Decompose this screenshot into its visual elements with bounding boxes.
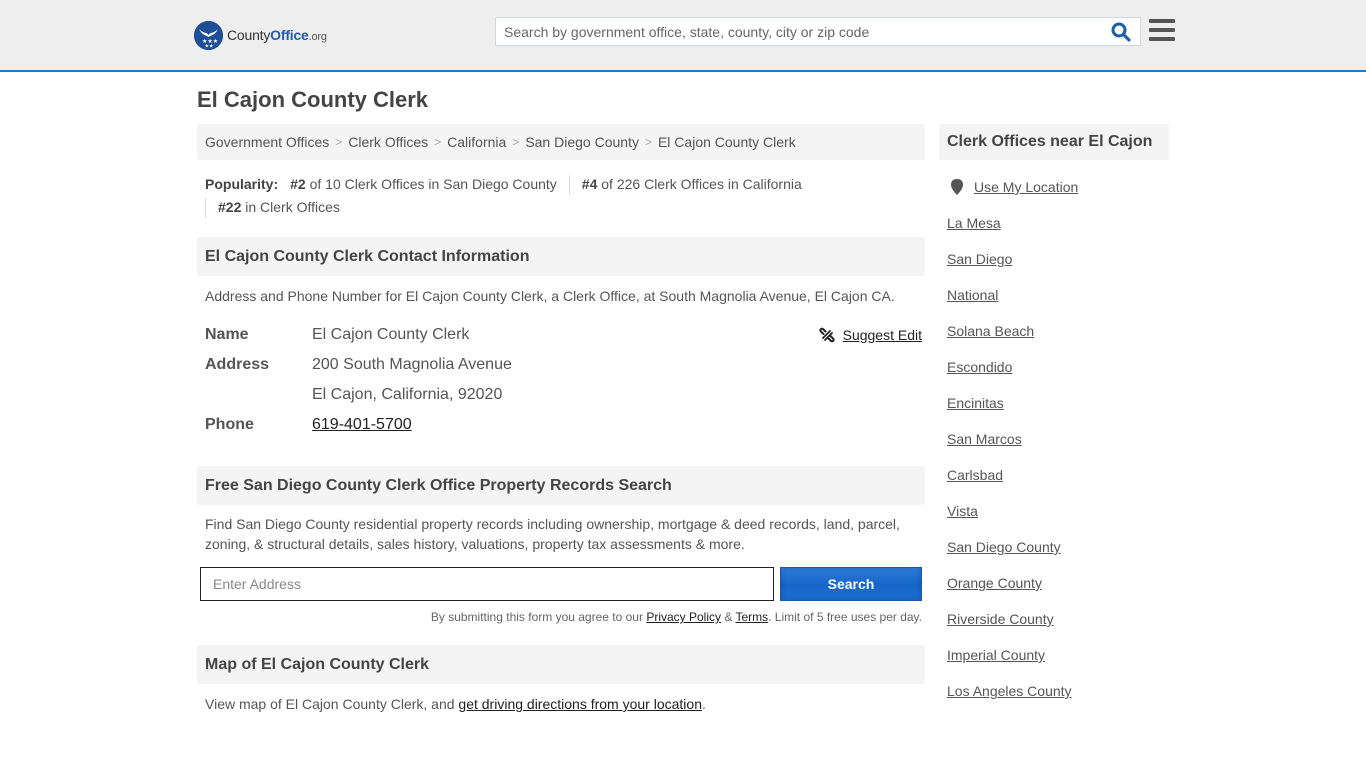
breadcrumb-california[interactable]: California — [447, 134, 506, 150]
main-content: Government Offices > Clerk Offices > Cal… — [197, 124, 925, 712]
list-item: La Mesa — [947, 205, 1161, 241]
list-item: Los Angeles County — [947, 673, 1161, 709]
list-item: Imperial County — [947, 637, 1161, 673]
breadcrumb-san-diego-county[interactable]: San Diego County — [525, 134, 639, 150]
property-search-heading: Free San Diego County Clerk Office Prope… — [197, 466, 925, 505]
name-label: Name — [205, 326, 249, 343]
breadcrumb-separator: > — [644, 135, 652, 149]
sidebar-item-carlsbad[interactable]: Carlsbad — [947, 467, 1003, 483]
svg-text:★★: ★★ — [205, 43, 214, 49]
sidebar-item-escondido[interactable]: Escondido — [947, 359, 1012, 375]
list-item: National — [947, 277, 1161, 313]
popularity-divider — [205, 197, 206, 218]
search-icon[interactable] — [1108, 19, 1134, 45]
map-heading: Map of El Cajon County Clerk — [197, 645, 925, 684]
address-line-2: El Cajon, California, 92020 — [312, 386, 503, 403]
phone-row: Phone 619-401-5700 — [205, 410, 917, 440]
breadcrumb-separator: > — [434, 135, 442, 149]
sidebar-item-los-angeles-county[interactable]: Los Angeles County — [947, 683, 1072, 699]
contact-heading: El Cajon County Clerk Contact Informatio… — [197, 237, 925, 276]
site-search-input[interactable] — [496, 18, 1108, 45]
page-title: El Cajon County Clerk — [197, 87, 429, 112]
property-search-button[interactable]: Search — [780, 567, 922, 601]
sidebar-item-san-marcos[interactable]: San Marcos — [947, 431, 1022, 447]
suggest-edit-link[interactable]: Suggest Edit — [818, 320, 922, 350]
list-item: San Marcos — [947, 421, 1161, 457]
sidebar-item-encinitas[interactable]: Encinitas — [947, 395, 1004, 411]
sidebar-item-imperial-county[interactable]: Imperial County — [947, 647, 1045, 663]
list-item: San Diego County — [947, 529, 1161, 565]
breadcrumb-government-offices[interactable]: Government Offices — [205, 134, 329, 150]
eagle-stars-logo-icon: ★★★ ★★ — [194, 20, 223, 50]
sidebar-item-san-diego-county[interactable]: San Diego County — [947, 539, 1061, 555]
address-label: Address — [205, 356, 270, 373]
terms-link[interactable]: Terms — [735, 610, 768, 624]
popularity-label: Popularity: — [205, 176, 279, 192]
popularity-rank-state: #4 of 226 Clerk Offices in California — [581, 176, 802, 192]
sidebar-item-solana-beach[interactable]: Solana Beach — [947, 323, 1034, 339]
phone-link[interactable]: 619-401-5700 — [312, 416, 412, 433]
sidebar-item-riverside-county[interactable]: Riverside County — [947, 611, 1054, 627]
popularity-ranking: Popularity: #2 of 10 Clerk Offices in Sa… — [197, 160, 925, 219]
site-search — [495, 17, 1141, 46]
address-row-2: El Cajon, California, 92020 — [205, 380, 917, 410]
breadcrumb-separator: > — [335, 135, 343, 149]
contact-details: Suggest Edit Name El Cajon County Clerk … — [197, 320, 925, 440]
list-item: Riverside County — [947, 601, 1161, 637]
map-pin-icon — [951, 179, 963, 195]
logo-text: CountyOffice.org — [227, 27, 327, 43]
popularity-rank-national: #22 in Clerk Offices — [218, 199, 340, 215]
nearby-offices-sidebar: Clerk Offices near El Cajon Use My Locat… — [939, 124, 1169, 709]
list-item: San Diego — [947, 241, 1161, 277]
map-description: View map of El Cajon County Clerk, and g… — [205, 696, 706, 712]
list-item: Orange County — [947, 565, 1161, 601]
sidebar-heading: Clerk Offices near El Cajon — [939, 124, 1169, 160]
sidebar-item-la-mesa[interactable]: La Mesa — [947, 215, 1001, 231]
list-item: Encinitas — [947, 385, 1161, 421]
address-row: Address 200 South Magnolia Avenue — [205, 350, 917, 380]
form-disclaimer: By submitting this form you agree to our… — [430, 610, 922, 624]
list-item: Vista — [947, 493, 1161, 529]
property-search-form: Search — [197, 567, 925, 601]
list-item: Solana Beach — [947, 313, 1161, 349]
property-records-section: Free San Diego County Clerk Office Prope… — [197, 466, 925, 624]
site-logo[interactable]: ★★★ ★★ CountyOffice.org — [194, 20, 327, 50]
suggest-edit-label[interactable]: Suggest Edit — [843, 327, 922, 343]
breadcrumb: Government Offices > Clerk Offices > Cal… — [197, 124, 925, 160]
address-input[interactable] — [200, 567, 774, 601]
phone-label: Phone — [205, 416, 254, 433]
use-my-location-link[interactable]: Use My Location — [974, 179, 1078, 195]
list-item: Carlsbad — [947, 457, 1161, 493]
contact-description: Address and Phone Number for El Cajon Co… — [205, 288, 895, 304]
sidebar-item-san-diego[interactable]: San Diego — [947, 251, 1012, 267]
sidebar-item-orange-county[interactable]: Orange County — [947, 575, 1042, 591]
popularity-rank-county: #2 of 10 Clerk Offices in San Diego Coun… — [290, 176, 557, 192]
breadcrumb-current: El Cajon County Clerk — [657, 134, 796, 150]
address-line-1: 200 South Magnolia Avenue — [312, 356, 512, 373]
breadcrumb-clerk-offices[interactable]: Clerk Offices — [348, 134, 428, 150]
popularity-divider — [568, 174, 570, 195]
list-item: Escondido — [947, 349, 1161, 385]
site-header: ★★★ ★★ CountyOffice.org — [0, 0, 1366, 72]
nearby-offices-list: Use My Location La Mesa San Diego Nation… — [939, 169, 1169, 709]
broken-link-icon — [818, 327, 835, 343]
hamburger-menu-icon[interactable] — [1149, 19, 1175, 43]
name-row: Name El Cajon County Clerk — [205, 320, 917, 350]
property-search-description: Find San Diego County residential proper… — [205, 516, 900, 552]
contact-information-section: El Cajon County Clerk Contact Informatio… — [197, 237, 925, 440]
sidebar-item-vista[interactable]: Vista — [947, 503, 978, 519]
map-section: Map of El Cajon County Clerk View map of… — [197, 645, 925, 714]
name-value: El Cajon County Clerk — [312, 326, 470, 343]
driving-directions-link[interactable]: get driving directions from your locatio… — [458, 696, 702, 712]
privacy-policy-link[interactable]: Privacy Policy — [646, 610, 721, 624]
breadcrumb-separator: > — [512, 135, 520, 149]
use-my-location[interactable]: Use My Location — [947, 169, 1161, 205]
sidebar-item-national[interactable]: National — [947, 287, 998, 303]
